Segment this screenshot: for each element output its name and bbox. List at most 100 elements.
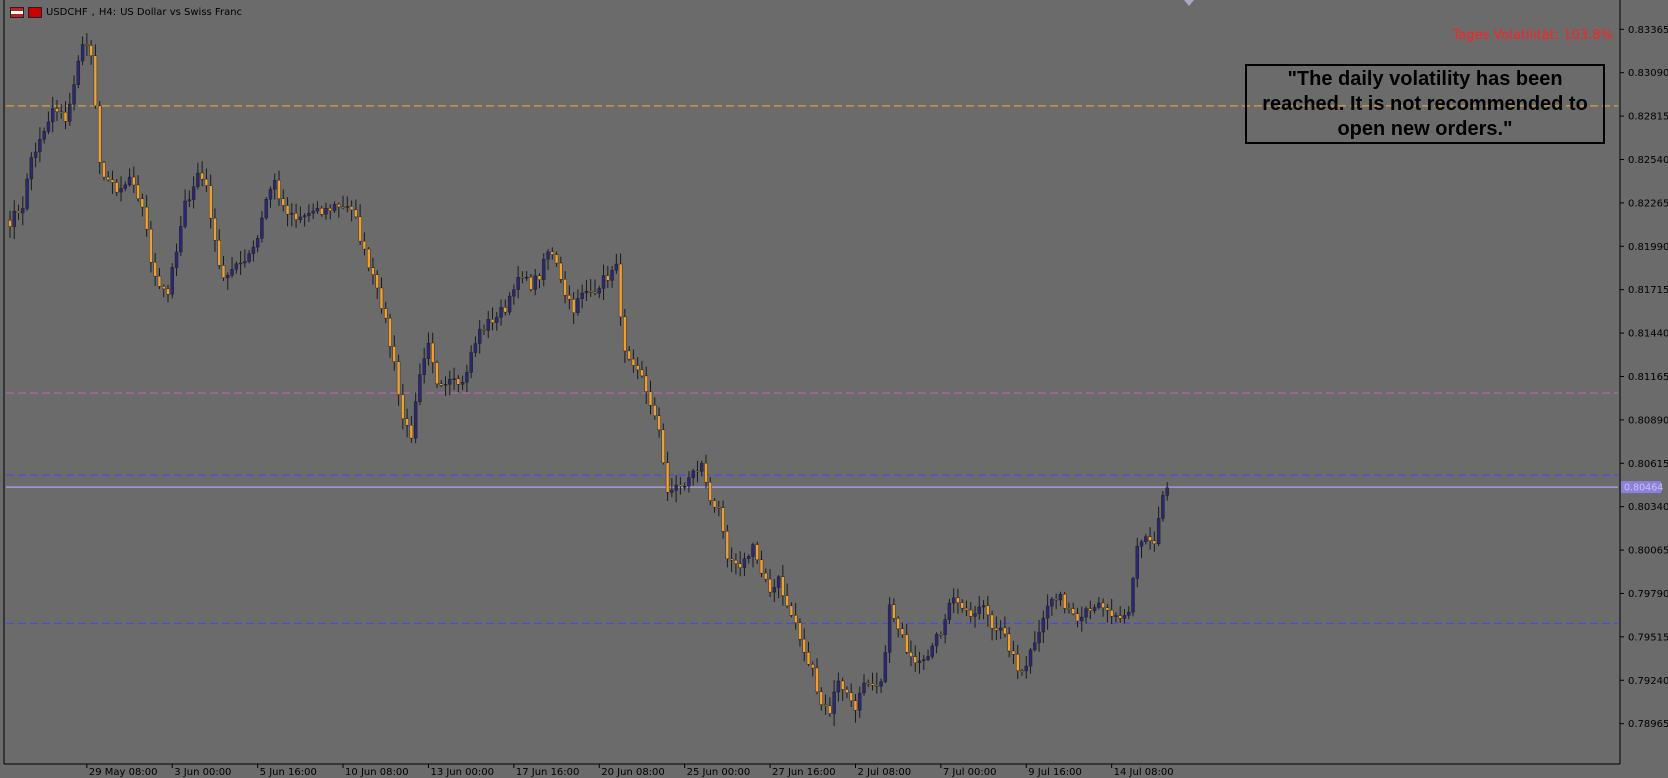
bear-candle (1088, 608, 1093, 611)
bear-candle (136, 184, 140, 199)
bear-candle (789, 605, 794, 616)
bear-candle (648, 391, 653, 406)
bear-candle (802, 638, 806, 653)
bull-candle (772, 587, 777, 593)
time-tick-label: 5 Jun 16:00 (260, 767, 317, 778)
bull-candle (426, 342, 431, 359)
bear-candle (870, 683, 875, 686)
bull-candle (1135, 546, 1139, 579)
bull-candle (836, 680, 841, 693)
bull-candle (255, 238, 260, 248)
bull-candle (917, 660, 922, 663)
bear-candle (1075, 613, 1080, 622)
bear-candle (721, 507, 725, 532)
bear-candle (93, 55, 98, 107)
bear-candle (388, 317, 392, 347)
timeframe-label: H4: (98, 6, 117, 18)
time-tick-label: 9 Jul 16:00 (1028, 767, 1082, 778)
bull-candle (751, 544, 755, 557)
bull-candle (119, 188, 123, 193)
bear-candle (140, 198, 145, 208)
bear-candle (866, 682, 870, 685)
bull-candle (251, 246, 256, 254)
bull-candle (674, 484, 678, 491)
bear-candle (157, 275, 162, 287)
bear-candle (905, 634, 909, 653)
bear-candle (208, 185, 213, 219)
bear-candle (392, 346, 396, 362)
bear-candle (990, 614, 994, 629)
bull-candle (516, 277, 520, 290)
bear-candle (819, 691, 823, 705)
bull-candle (46, 121, 51, 132)
time-tick-label: 27 Jun 16:00 (772, 767, 836, 778)
bear-candle (354, 209, 358, 218)
bear-candle (956, 597, 960, 603)
bull-candle (38, 139, 42, 153)
price-tick-label: 0.81165 (1628, 372, 1668, 383)
bull-candle (700, 462, 704, 472)
bull-candle (947, 602, 952, 620)
bear-candle (435, 362, 439, 385)
bear-candle (960, 602, 964, 609)
bear-candle (401, 394, 405, 419)
bull-candle (273, 180, 277, 190)
bull-candle (747, 556, 751, 559)
bear-candle (115, 182, 119, 193)
bear-candle (405, 418, 409, 426)
bear-candle (384, 308, 388, 319)
bear-candle (503, 307, 508, 313)
bear-candle (618, 263, 623, 318)
price-tick-label: 0.82540 (1628, 155, 1668, 166)
bear-candle (520, 277, 525, 279)
bear-candle (431, 342, 435, 363)
bear-candle (678, 484, 683, 487)
bull-candle (42, 131, 46, 140)
bear-candle (1067, 608, 1071, 610)
bear-candle (665, 462, 670, 493)
bull-candle (977, 606, 981, 614)
bear-candle (106, 176, 110, 181)
bull-candle (1050, 598, 1054, 607)
bull-candle (1092, 607, 1097, 611)
price-tick-label: 0.79515 (1628, 632, 1668, 643)
bull-candle (507, 295, 512, 313)
bear-candle (337, 204, 341, 208)
bull-candle (478, 329, 482, 344)
bull-candle (1045, 605, 1050, 619)
price-tick-label: 0.81990 (1628, 242, 1668, 253)
bull-candle (170, 267, 174, 295)
bull-candle (33, 151, 38, 158)
bear-candle (89, 45, 93, 56)
chart-window[interactable]: 0.83365 0.83090 0.82815 0.82540 0.82265 0.819… (0, 0, 1668, 778)
bear-candle (798, 622, 802, 640)
bull-candle (610, 270, 614, 281)
bull-candle (127, 176, 132, 186)
bear-candle (102, 162, 106, 178)
bear-candle (341, 206, 345, 209)
bull-candle (1041, 617, 1046, 633)
bear-candle (909, 652, 913, 657)
bull-candle (951, 597, 956, 604)
bull-candle (311, 210, 315, 214)
bear-candle (1148, 536, 1152, 541)
bull-candle (29, 157, 34, 180)
bear-candle (277, 180, 281, 199)
bull-candle (858, 692, 862, 711)
bull-candle (1156, 518, 1161, 544)
bull-candle (597, 288, 601, 294)
bear-candle (815, 667, 819, 693)
bull-candle (1058, 594, 1063, 601)
bull-candle (973, 613, 977, 617)
bear-candle (1109, 610, 1114, 617)
bull-candle (981, 605, 986, 608)
bull-candle (512, 289, 516, 297)
bear-candle (320, 208, 324, 215)
bull-candle (495, 316, 499, 323)
bull-candle (832, 691, 836, 714)
bear-candle (811, 664, 815, 669)
bull-candle (1165, 487, 1169, 496)
time-tick-label: 3 Jun 00:00 (174, 767, 231, 778)
bull-candle (76, 60, 81, 85)
bear-candle (986, 605, 990, 616)
